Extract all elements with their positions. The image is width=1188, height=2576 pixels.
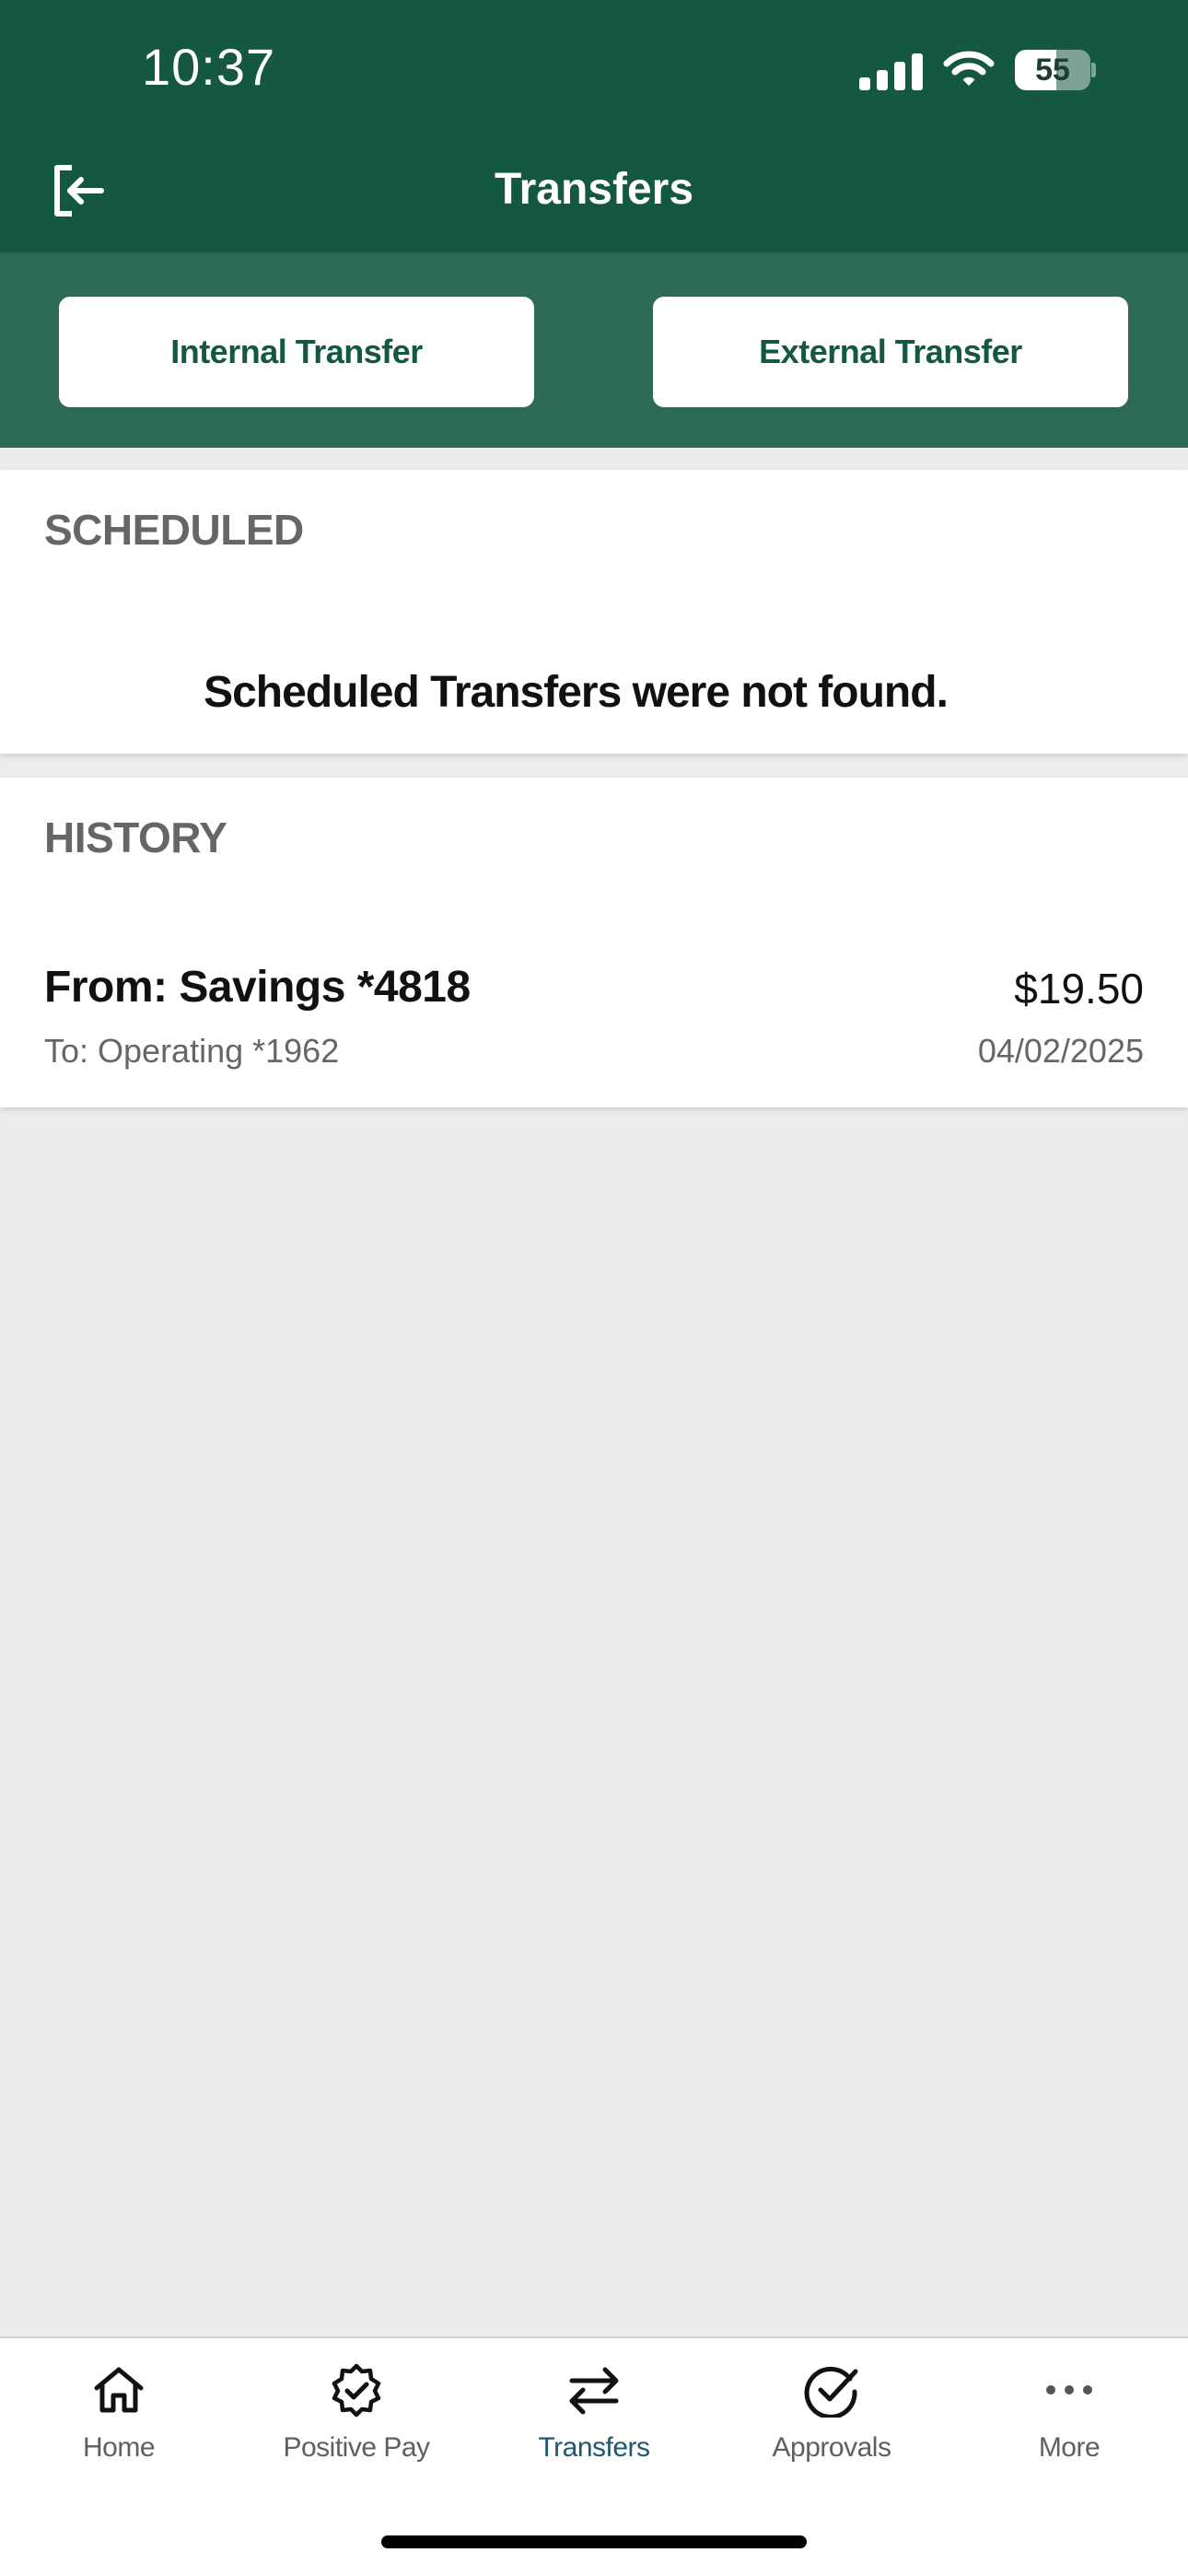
- tab-positive-pay[interactable]: Positive Pay: [238, 2338, 475, 2504]
- wifi-icon: [943, 51, 995, 89]
- transfer-date: 04/02/2025: [977, 1032, 1144, 1070]
- battery-icon: 55: [1015, 50, 1096, 90]
- tab-home[interactable]: Home: [0, 2338, 238, 2504]
- tab-more-label: More: [1038, 2432, 1101, 2463]
- cellular-signal-icon: [859, 50, 923, 90]
- home-icon: [91, 2362, 146, 2418]
- transfer-from: From: Savings *4818: [44, 963, 471, 1012]
- history-transfer-row[interactable]: From: Savings *4818 To: Operating *1962 …: [0, 916, 1188, 1107]
- tab-positive-pay-label: Positive Pay: [283, 2432, 430, 2463]
- history-section: HISTORY From: Savings *4818 To: Operatin…: [0, 778, 1188, 1107]
- history-heading: HISTORY: [44, 814, 227, 861]
- transfers-screen: 10:37 55 Transfers Internal Transfer Ext…: [0, 0, 1188, 2576]
- scheduled-empty-message: Scheduled Transfers were not found.: [204, 668, 949, 717]
- tab-home-label: Home: [82, 2432, 156, 2463]
- app-header: 10:37 55 Transfers: [0, 0, 1188, 252]
- tab-approvals[interactable]: Approvals: [713, 2338, 950, 2504]
- badge-check-icon: [329, 2362, 384, 2418]
- transfer-type-bar: Internal Transfer External Transfer: [0, 252, 1188, 448]
- page-title: Transfers: [494, 165, 694, 214]
- status-time: 10:37: [142, 38, 276, 96]
- external-transfer-button[interactable]: External Transfer: [653, 297, 1128, 407]
- scheduled-heading: SCHEDULED: [44, 506, 304, 554]
- scheduled-section: SCHEDULED Scheduled Transfers were not f…: [0, 470, 1188, 754]
- status-icons: 55: [859, 44, 1096, 96]
- transfer-arrows-icon: [566, 2362, 622, 2418]
- check-circle-icon: [804, 2362, 859, 2419]
- transfer-amount: $19.50: [1014, 965, 1144, 1013]
- tab-transfers[interactable]: Transfers: [475, 2338, 713, 2504]
- home-indicator: [381, 2535, 807, 2548]
- tab-approvals-label: Approvals: [772, 2432, 891, 2463]
- battery-percentage: 55: [1035, 53, 1070, 88]
- more-dots-icon: [1042, 2362, 1097, 2418]
- tab-transfers-label: Transfers: [538, 2432, 650, 2463]
- transfer-to: To: Operating *1962: [44, 1032, 340, 1070]
- internal-transfer-button[interactable]: Internal Transfer: [59, 297, 534, 407]
- tab-more[interactable]: More: [950, 2338, 1188, 2504]
